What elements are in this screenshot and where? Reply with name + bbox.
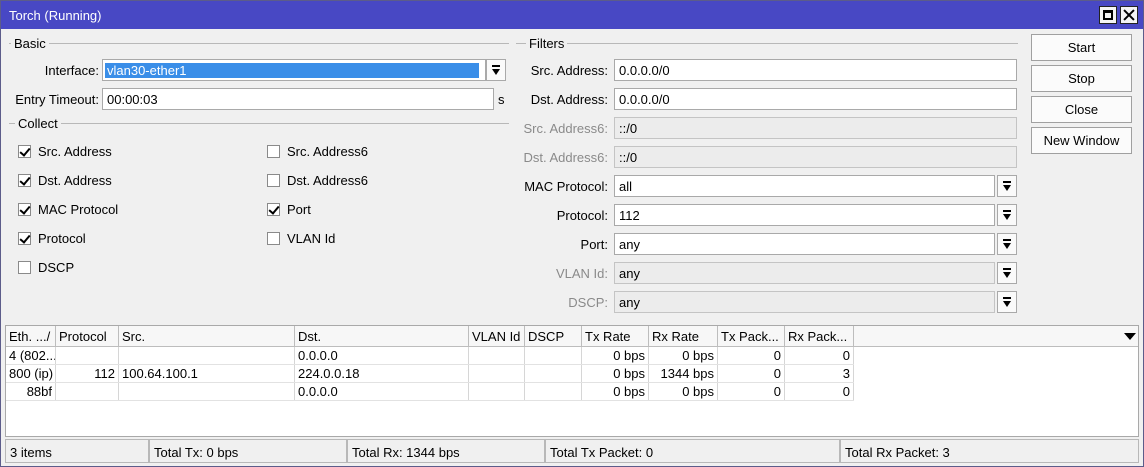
traffic-table: Eth. .../ Protocol Src. Dst. VLAN Id DSC…: [5, 325, 1139, 437]
column-header-vlan-id[interactable]: VLAN Id: [469, 326, 525, 347]
column-header-eth[interactable]: Eth. .../: [6, 326, 56, 347]
column-header-rx-rate[interactable]: Rx Rate: [649, 326, 718, 347]
interface-label: Interface:: [44, 63, 99, 78]
checkbox-checked-icon: [18, 145, 31, 158]
protocol-label: Protocol:: [556, 208, 608, 223]
checkbox-unchecked-icon: [267, 174, 280, 187]
port-select[interactable]: any: [614, 233, 995, 255]
dst-address-input[interactable]: 0.0.0.0/0: [614, 88, 1017, 110]
status-total-rx: Total Rx: 1344 bps: [347, 439, 545, 463]
dscp-dropdown-button[interactable]: [997, 291, 1017, 313]
status-total-tx-packet: Total Tx Packet: 0: [545, 439, 840, 463]
interface-dropdown-button[interactable]: [486, 59, 506, 81]
dropdown-arrow-icon: [1003, 181, 1011, 191]
dropdown-arrow-icon: [492, 65, 500, 75]
dst-address6-input[interactable]: ::/0: [614, 146, 1017, 168]
dscp-select[interactable]: any: [614, 291, 995, 313]
dst-address-label: Dst. Address:: [530, 92, 608, 107]
src-address6-input[interactable]: ::/0: [614, 117, 1017, 139]
column-header-dscp[interactable]: DSCP: [525, 326, 582, 347]
mac-protocol-dropdown-button[interactable]: [997, 175, 1017, 197]
checkbox-unchecked-icon: [267, 145, 280, 158]
status-total-rx-packet: Total Rx Packet: 3: [840, 439, 1139, 463]
torch-window: Torch (Running) Basic Interface: vlan30-…: [0, 0, 1144, 467]
src-address-input[interactable]: 0.0.0.0/0: [614, 59, 1017, 81]
interface-select[interactable]: vlan30-ether1: [102, 59, 486, 81]
checkbox-unchecked-icon: [267, 232, 280, 245]
table-row[interactable]: 800 (ip) 112 100.64.100.1 224.0.0.18 0 b…: [6, 365, 1138, 383]
table-row[interactable]: 4 (802... 0.0.0.0 0 bps 0 bps 0 0: [6, 347, 1138, 365]
protocol-select[interactable]: 112: [614, 204, 995, 226]
checkbox-checked-icon: [267, 203, 280, 216]
filters-group: Filters: [516, 36, 1018, 51]
vlan-id-dropdown-button[interactable]: [997, 262, 1017, 284]
filters-group-label: Filters: [526, 36, 568, 51]
vlan-id-label: VLAN Id:: [555, 266, 608, 281]
dscp-label: DSCP:: [568, 295, 608, 310]
column-header-src[interactable]: Src.: [119, 326, 295, 347]
maximize-button[interactable]: [1099, 6, 1117, 24]
new-window-button[interactable]: New Window: [1031, 127, 1132, 154]
mac-protocol-select[interactable]: all: [614, 175, 995, 197]
dropdown-arrow-icon: [1003, 268, 1011, 278]
status-item-count: 3 items: [5, 439, 149, 463]
status-total-tx: Total Tx: 0 bps: [149, 439, 347, 463]
port-dropdown-button[interactable]: [997, 233, 1017, 255]
entry-timeout-label: Entry Timeout:: [15, 92, 99, 107]
collect-group-label: Collect: [15, 116, 61, 131]
basic-group-label: Basic: [11, 36, 49, 51]
stop-button[interactable]: Stop: [1031, 65, 1132, 92]
column-header-tx-rate[interactable]: Tx Rate: [582, 326, 649, 347]
entry-timeout-input[interactable]: 00:00:03: [102, 88, 494, 110]
basic-group: Basic: [9, 36, 509, 51]
window-title: Torch (Running): [9, 8, 102, 23]
status-bar: 3 items Total Tx: 0 bps Total Rx: 1344 b…: [5, 439, 1139, 463]
table-row[interactable]: 88bf 0.0.0.0 0 bps 0 bps 0 0: [6, 383, 1138, 401]
column-header-filler: [854, 326, 1138, 347]
column-menu-arrow-icon[interactable]: [1124, 333, 1136, 340]
dropdown-arrow-icon: [1003, 239, 1011, 249]
protocol-dropdown-button[interactable]: [997, 204, 1017, 226]
entry-timeout-unit: s: [498, 92, 505, 107]
checkbox-unchecked-icon: [18, 261, 31, 274]
checkbox-checked-icon: [18, 232, 31, 245]
column-header-protocol[interactable]: Protocol: [56, 326, 119, 347]
dropdown-arrow-icon: [1003, 297, 1011, 307]
collect-group: Collect: [9, 116, 509, 131]
src-address6-label: Src. Address6:: [523, 121, 608, 136]
column-header-dst[interactable]: Dst.: [295, 326, 469, 347]
mac-protocol-label: MAC Protocol:: [524, 179, 608, 194]
column-header-rx-packets[interactable]: Rx Pack...: [785, 326, 854, 347]
vlan-id-select[interactable]: any: [614, 262, 995, 284]
port-label: Port:: [580, 237, 608, 252]
title-bar[interactable]: Torch (Running): [1, 1, 1143, 29]
column-header-tx-packets[interactable]: Tx Pack...: [718, 326, 785, 347]
dropdown-arrow-icon: [1003, 210, 1011, 220]
dst-address6-label: Dst. Address6:: [523, 150, 608, 165]
interface-value: vlan30-ether1: [105, 63, 479, 78]
checkbox-checked-icon: [18, 174, 31, 187]
close-window-button[interactable]: [1120, 6, 1138, 24]
maximize-icon: [1103, 10, 1113, 20]
src-address-label: Src. Address:: [530, 63, 608, 78]
checkbox-checked-icon: [18, 203, 31, 216]
start-button[interactable]: Start: [1031, 34, 1132, 61]
close-button[interactable]: Close: [1031, 96, 1132, 123]
